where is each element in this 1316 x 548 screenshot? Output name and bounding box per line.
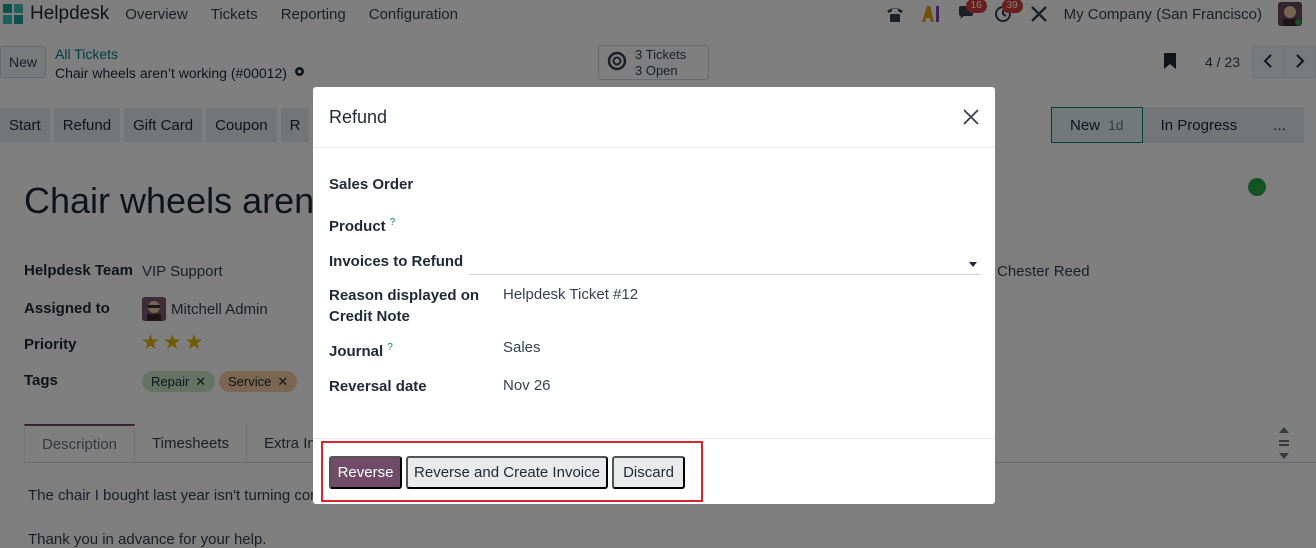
reversal-date-label: Reversal date xyxy=(329,378,427,395)
refund-dialog: Refund Sales Order Product? Invoices to … xyxy=(313,87,995,504)
reversal-date-value[interactable]: Nov 26 xyxy=(503,377,551,394)
reason-value[interactable]: Helpdesk Ticket #12 xyxy=(503,286,638,303)
help-icon[interactable]: ? xyxy=(390,217,396,228)
close-icon[interactable] xyxy=(961,107,981,127)
dialog-footer: Reverse Reverse and Create Invoice Disca… xyxy=(313,438,995,504)
sales-order-label: Sales Order xyxy=(329,176,414,193)
reason-label: Reason displayed on Credit Note xyxy=(329,287,480,325)
caret-down-icon[interactable] xyxy=(969,262,977,267)
discard-button[interactable]: Discard xyxy=(612,456,685,489)
journal-value[interactable]: Sales xyxy=(503,339,541,356)
reverse-and-create-invoice-button[interactable]: Reverse and Create Invoice xyxy=(406,456,608,489)
product-field[interactable] xyxy=(503,209,981,233)
dialog-header: Refund xyxy=(313,87,995,148)
reverse-button[interactable]: Reverse xyxy=(329,456,402,489)
invoices-label: Invoices to Refund xyxy=(329,253,464,270)
product-label: Product? xyxy=(329,217,396,235)
dialog-title: Refund xyxy=(329,107,388,127)
help-icon[interactable]: ? xyxy=(387,342,393,353)
invoices-field-underline xyxy=(469,274,981,275)
sales-order-field[interactable] xyxy=(503,171,981,195)
journal-label: Journal? xyxy=(329,342,393,360)
invoices-select[interactable] xyxy=(469,249,981,275)
